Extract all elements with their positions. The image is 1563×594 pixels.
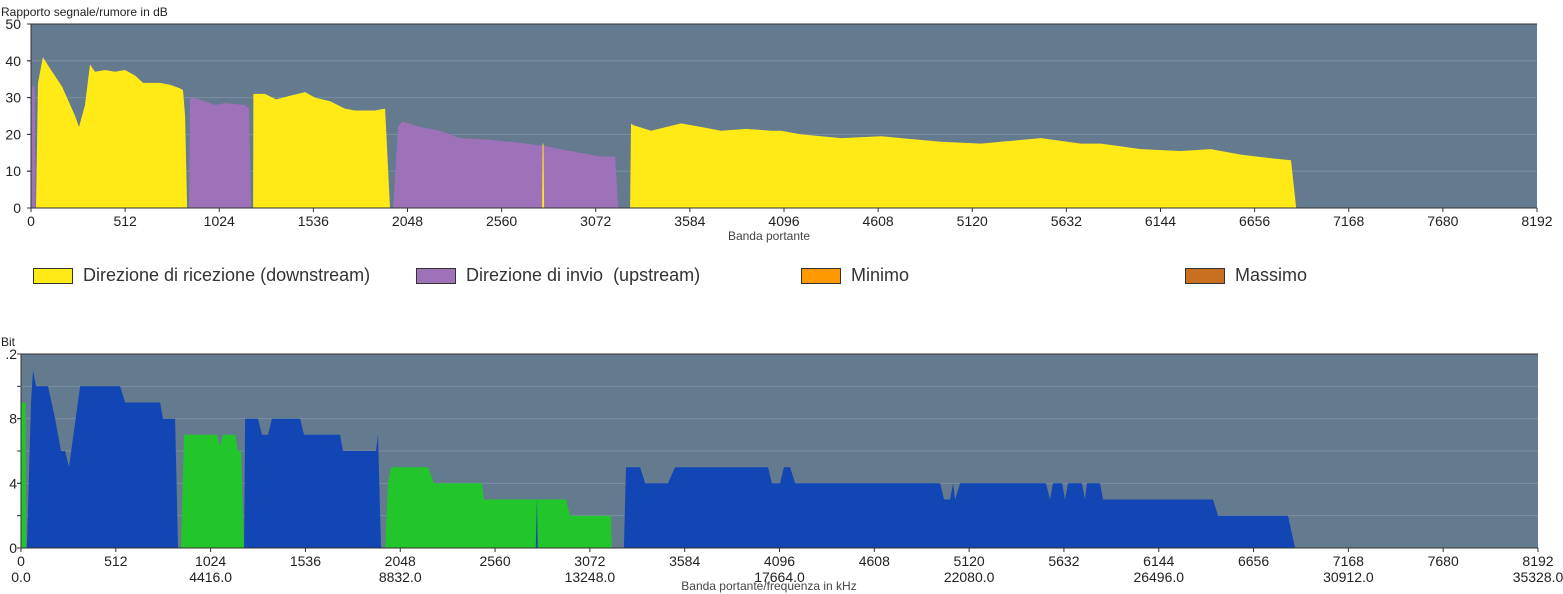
y-tick-label: 10 <box>5 163 21 179</box>
x-tick-label: 6656 <box>1239 213 1270 229</box>
y-tick-label: 30 <box>5 90 21 106</box>
legend-swatch-downstream <box>33 267 73 284</box>
x-tick-label: 6656 <box>1238 553 1269 569</box>
y-tick-label: 20 <box>5 126 21 142</box>
x-tick-label: 7680 <box>1428 553 1459 569</box>
area-snr-series-0-segment-1 <box>189 97 252 208</box>
y-tick-label: 4 <box>9 475 17 491</box>
legend-item-downstream: Direzione di ricezione (downstream) <box>33 265 370 286</box>
x-tick-label: 512 <box>104 553 128 569</box>
x-tick-label: 1536 <box>298 213 329 229</box>
x-tick-label: 4096 <box>768 213 799 229</box>
legend-label: Minimo <box>851 265 910 285</box>
y-tick-label: 0 <box>13 200 21 216</box>
legend-label: Massimo <box>1235 265 1308 285</box>
x-tick-label-khz: 26496.0 <box>1133 569 1184 585</box>
x-tick-label: 3584 <box>674 213 705 229</box>
snr-chart-title: Rapporto segnale/rumore in dB <box>1 5 168 19</box>
x-tick-label: 3584 <box>669 553 700 569</box>
x-tick-label: 7680 <box>1427 213 1458 229</box>
x-tick-label-khz: 4416.0 <box>189 569 232 585</box>
x-tick-label: 4096 <box>764 553 795 569</box>
x-tick-label: 8192 <box>1522 553 1553 569</box>
x-tick-label: 8192 <box>1521 213 1552 229</box>
legend-swatch-maximum <box>1185 267 1225 284</box>
x-tick-label: 2048 <box>392 213 423 229</box>
x-tick-label: 5632 <box>1051 213 1082 229</box>
x-tick-label: 1024 <box>204 213 235 229</box>
x-tick-label: 5632 <box>1048 553 1079 569</box>
dsl-spectrum-charts: Rapporto segnale/rumore in dB Bit Banda … <box>1 5 1563 593</box>
y-tick-label: 50 <box>5 16 21 32</box>
y-tick-label: 8 <box>9 411 17 427</box>
area-bits-series-0-segment-0 <box>21 402 26 548</box>
x-tick-label: 0 <box>17 553 25 569</box>
legend-item-minimum: Minimo <box>801 265 909 286</box>
x-tick-label-khz: 22080.0 <box>944 569 995 585</box>
x-tick-label: 512 <box>113 213 137 229</box>
area-bits-series-0-segment-1 <box>181 434 244 548</box>
x-tick-label: 2048 <box>385 553 416 569</box>
y-tick-label: .2 <box>5 346 17 362</box>
legend: Direzione di ricezione (downstream) Dire… <box>0 265 1563 289</box>
legend-swatch-minimum <box>801 267 841 284</box>
x-tick-label: 1024 <box>195 553 226 569</box>
x-tick-label: 6144 <box>1143 553 1174 569</box>
snr-x-axis-label: Banda portante <box>728 229 810 243</box>
x-tick-label: 0 <box>27 213 35 229</box>
legend-item-maximum: Massimo <box>1185 265 1307 286</box>
legend-item-upstream: Direzione di invio (upstream) <box>416 265 700 286</box>
x-tick-label: 5120 <box>957 213 988 229</box>
legend-label: Direzione di ricezione (downstream) <box>83 265 371 285</box>
x-tick-label-khz: 8832.0 <box>379 569 422 585</box>
x-tick-label: 3072 <box>574 553 605 569</box>
x-tick-label: 1536 <box>290 553 321 569</box>
x-tick-label-khz: 13248.0 <box>565 569 616 585</box>
x-tick-label: 6144 <box>1145 213 1176 229</box>
x-tick-label: 2560 <box>479 553 510 569</box>
x-tick-label: 3072 <box>580 213 611 229</box>
x-tick-label: 2560 <box>486 213 517 229</box>
x-tick-label-khz: 30912.0 <box>1323 569 1374 585</box>
x-tick-label: 7168 <box>1333 213 1364 229</box>
x-tick-label: 4608 <box>859 553 890 569</box>
x-tick-label-khz: 17664.0 <box>754 569 805 585</box>
x-tick-label: 7168 <box>1333 553 1364 569</box>
y-tick-label: 40 <box>5 53 21 69</box>
x-tick-label-khz: 0.0 <box>11 569 31 585</box>
y-tick-label: 0 <box>9 540 17 556</box>
x-tick-label: 4608 <box>863 213 894 229</box>
legend-label: Direzione di invio (upstream) <box>466 265 701 285</box>
legend-swatch-upstream <box>416 267 456 284</box>
x-tick-label: 5120 <box>954 553 985 569</box>
x-tick-label-khz: 35328.0 <box>1513 569 1563 585</box>
